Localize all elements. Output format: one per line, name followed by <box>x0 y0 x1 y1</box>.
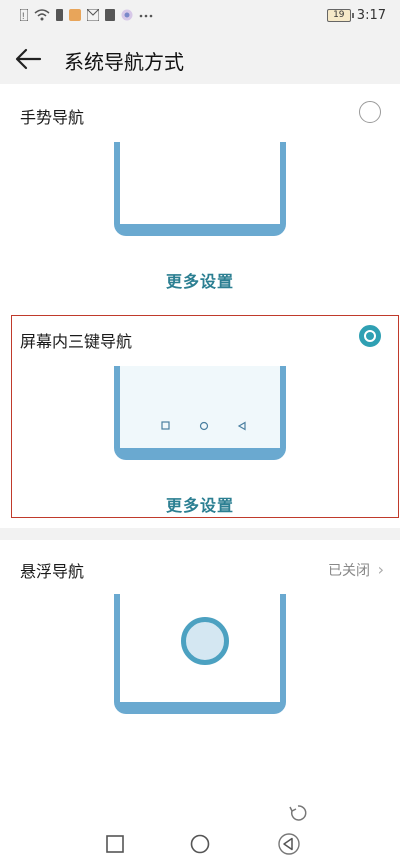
clock: 3:17 <box>356 8 386 23</box>
option-gesture-label[interactable]: 手势导航 <box>20 104 84 128</box>
status-bar: ! 19 3:17 <box>0 0 400 34</box>
preview-back-icon <box>237 421 246 431</box>
three-key-preview <box>114 366 286 460</box>
app-icon <box>69 9 81 21</box>
app-icon <box>105 9 115 21</box>
chrome-icon <box>121 9 133 21</box>
section-divider <box>0 528 400 540</box>
three-key-more-settings-link[interactable]: 更多设置 <box>0 492 400 516</box>
back-arrow-icon <box>15 48 42 70</box>
gesture-more-settings-link[interactable]: 更多设置 <box>0 268 400 292</box>
status-icons: ! <box>20 9 153 21</box>
navigation-bar <box>0 818 400 866</box>
more-icon <box>139 14 153 18</box>
option-gesture-radio[interactable] <box>359 101 381 123</box>
wifi-icon <box>34 9 50 21</box>
sim-icon <box>56 9 63 21</box>
option-three-key-radio[interactable] <box>359 325 381 347</box>
preview-home-icon <box>199 421 209 431</box>
svg-text:!: ! <box>22 11 25 21</box>
gesture-preview <box>114 142 286 236</box>
option-floating-label[interactable]: 悬浮导航 <box>20 558 84 582</box>
recent-apps-icon[interactable] <box>106 835 124 853</box>
home-icon[interactable] <box>190 834 210 854</box>
floating-status[interactable]: 已关闭 <box>328 560 370 580</box>
floating-ball-icon <box>181 617 229 665</box>
page-title: 系统导航方式 <box>64 50 184 74</box>
back-button[interactable] <box>14 46 44 72</box>
status-right: 19 3:17 <box>326 8 386 23</box>
option-three-key-label[interactable]: 屏幕内三键导航 <box>20 328 132 352</box>
chevron-right-icon[interactable]: › <box>378 560 384 579</box>
preview-recent-icon <box>161 421 170 430</box>
notification-icon: ! <box>20 9 28 21</box>
header: 系统导航方式 <box>0 34 400 84</box>
battery-icon: 19 <box>326 9 354 22</box>
back-icon[interactable] <box>278 833 300 855</box>
mail-icon <box>87 9 99 21</box>
